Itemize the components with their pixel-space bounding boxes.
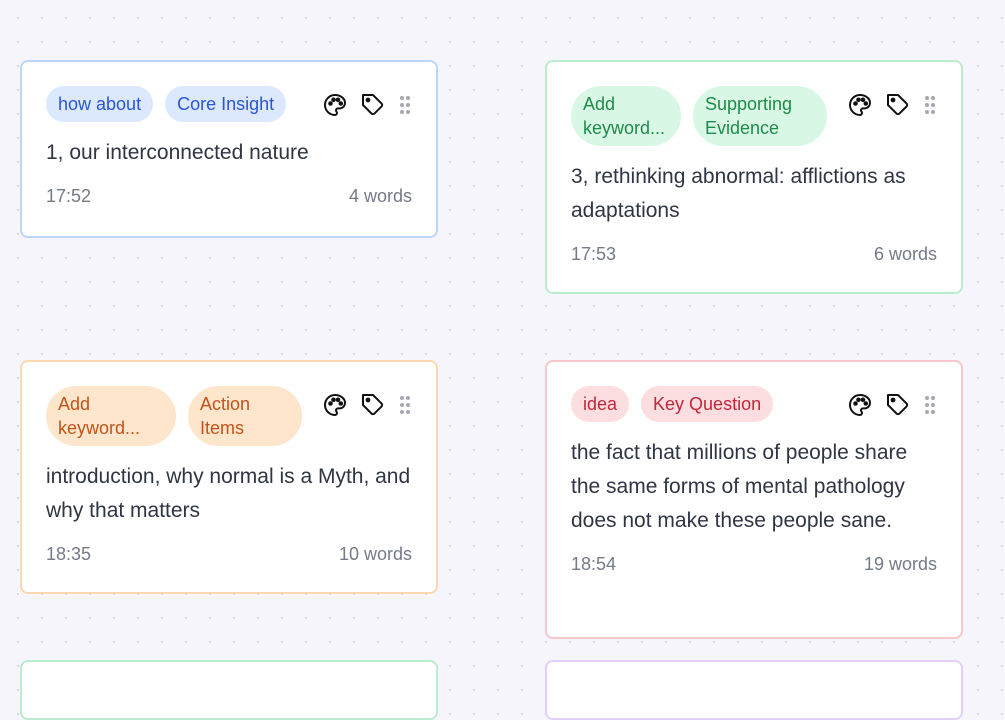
word-count: 6 words (873, 244, 937, 264)
keyword-tag[interactable]: idea (571, 386, 630, 422)
note-card[interactable]: how about Core Insight 1, our interconne… (20, 60, 438, 238)
card-footer: 18:54 19 words (571, 552, 937, 576)
card-actions (847, 386, 937, 418)
drag-handle-icon[interactable] (923, 93, 937, 117)
tag-list: how about Core Insight (46, 86, 322, 122)
timestamp: 17:52 (46, 186, 92, 206)
note-card[interactable]: Add keyword... Action Items introduction… (20, 360, 438, 594)
note-text[interactable]: 1, our interconnected nature (46, 136, 412, 170)
card-header: Add keyword... Action Items (46, 386, 412, 446)
category-tag[interactable]: Supporting Evidence (693, 86, 827, 146)
card-footer: 17:53 6 words (571, 242, 937, 266)
category-tag[interactable]: Action Items (188, 386, 302, 446)
card-footer: 18:35 10 words (46, 542, 412, 566)
tag-list: idea Key Question (571, 386, 847, 422)
card-footer: 17:52 4 words (46, 184, 412, 208)
note-card[interactable]: idea Key Question the fact that millions… (545, 360, 963, 639)
word-count: 4 words (348, 186, 412, 206)
card-actions (322, 386, 412, 418)
note-text[interactable]: 3, rethinking abnormal: afflictions as a… (571, 160, 937, 228)
tag-icon[interactable] (360, 392, 386, 418)
timestamp: 18:54 (571, 554, 617, 574)
note-text[interactable]: the fact that millions of people share t… (571, 436, 937, 538)
palette-icon[interactable] (322, 392, 348, 418)
add-keyword-tag[interactable]: Add keyword... (571, 86, 681, 146)
card-header: idea Key Question (571, 386, 937, 422)
note-card-partial[interactable] (545, 660, 963, 720)
drag-handle-icon[interactable] (398, 93, 412, 117)
card-actions (847, 86, 937, 118)
category-tag[interactable]: Core Insight (165, 86, 287, 122)
note-card-partial[interactable] (20, 660, 438, 720)
word-count: 19 words (863, 554, 937, 574)
timestamp: 18:35 (46, 544, 92, 564)
keyword-tag[interactable]: how about (46, 86, 154, 122)
card-actions (322, 86, 412, 118)
tag-list: Add keyword... Supporting Evidence (571, 86, 847, 146)
card-header: how about Core Insight (46, 86, 412, 122)
note-card[interactable]: Add keyword... Supporting Evidence 3, re… (545, 60, 963, 294)
tag-icon[interactable] (360, 92, 386, 118)
tag-list: Add keyword... Action Items (46, 386, 322, 446)
palette-icon[interactable] (322, 92, 348, 118)
add-keyword-tag[interactable]: Add keyword... (46, 386, 176, 446)
timestamp: 17:53 (571, 244, 617, 264)
palette-icon[interactable] (847, 92, 873, 118)
drag-handle-icon[interactable] (398, 393, 412, 417)
word-count: 10 words (338, 544, 412, 564)
tag-icon[interactable] (885, 92, 911, 118)
category-tag[interactable]: Key Question (641, 386, 774, 422)
note-text[interactable]: introduction, why normal is a Myth, and … (46, 460, 412, 528)
palette-icon[interactable] (847, 392, 873, 418)
card-header: Add keyword... Supporting Evidence (571, 86, 937, 146)
tag-icon[interactable] (885, 392, 911, 418)
drag-handle-icon[interactable] (923, 393, 937, 417)
